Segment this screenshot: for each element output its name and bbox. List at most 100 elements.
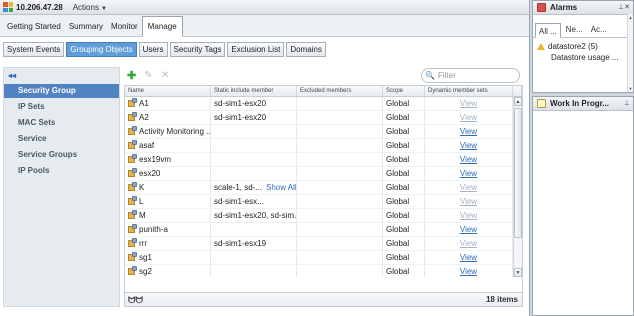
tab-manage[interactable]: Manage: [141, 16, 183, 37]
cell-name: Activity Monitoring ...: [125, 125, 211, 138]
cell-scope: Global: [383, 153, 425, 166]
work-in-progress-portlet: Work In Progr... ⊥: [532, 96, 634, 316]
view-link[interactable]: View: [428, 223, 512, 236]
grid-body: A1 sd-sim1-esx20 Global View A2 sd-sim1-esx20…: [125, 97, 522, 277]
alarms-tab-new[interactable]: Ne...: [563, 22, 586, 37]
cell-excluded-members: [297, 97, 383, 110]
col-header-scope[interactable]: Scope: [383, 86, 425, 96]
nav-item-ip-sets[interactable]: IP Sets: [4, 100, 119, 114]
cell-static-members: sd-sim1-esx...: [211, 195, 297, 208]
table-row[interactable]: esx19vm Global View: [125, 153, 522, 167]
cell-scope: Global: [383, 223, 425, 236]
view-link[interactable]: View: [428, 167, 512, 180]
col-header-name[interactable]: Name: [125, 86, 211, 96]
collapse-nav-icon[interactable]: ◂◂: [4, 68, 119, 84]
scroll-up-icon[interactable]: ▲: [514, 97, 522, 106]
cell-static-members: [211, 223, 297, 236]
alarms-scrollbar[interactable]: ▲ ▼: [627, 14, 633, 92]
table-row[interactable]: A2 sd-sim1-esx20 Global View: [125, 111, 522, 125]
alarm-entry-detail[interactable]: Datastore usage ...: [537, 52, 629, 63]
cell-excluded-members: [297, 125, 383, 138]
cell-name: esx19vm: [125, 153, 211, 166]
delete-button[interactable]: ✕: [161, 70, 169, 82]
view-link[interactable]: View: [428, 209, 512, 222]
table-row[interactable]: Msd-sim1-esx20, sd-sim... Global View: [125, 209, 522, 223]
col-header-dynamic[interactable]: Dynamic member sets: [425, 86, 513, 96]
view-link[interactable]: View: [428, 237, 512, 250]
alarms-list: datastore2 (5) Datastore usage ... ▲ ▼: [533, 14, 633, 92]
security-group-icon: [128, 266, 137, 275]
filter-input[interactable]: [437, 71, 518, 80]
cell-name: L: [125, 195, 211, 208]
scroll-up-icon[interactable]: ▲: [628, 14, 633, 21]
table-row[interactable]: Lsd-sim1-esx... Global View: [125, 195, 522, 209]
pin-close-icon[interactable]: ⊥✕: [618, 3, 630, 13]
tab-summary[interactable]: Summary: [65, 18, 107, 36]
security-group-icon: [128, 224, 137, 233]
nav-item-ip-pools[interactable]: IP Pools: [4, 164, 119, 178]
static-members-text: sd-sim1-esx...: [214, 197, 264, 206]
tab-getting-started[interactable]: Getting Started: [3, 18, 65, 36]
table-row[interactable]: asaf Global View: [125, 139, 522, 153]
nav-item-service[interactable]: Service: [4, 132, 119, 146]
alarm-entry[interactable]: datastore2 (5): [537, 41, 629, 52]
col-header-static[interactable]: Static include member: [211, 86, 297, 96]
table-row[interactable]: A1 sd-sim1-esx20 Global View: [125, 97, 522, 111]
scroll-thumb[interactable]: [514, 108, 522, 238]
tab-security-tags[interactable]: Security Tags: [169, 42, 226, 57]
view-link[interactable]: View: [428, 111, 512, 124]
nav-item-service-groups[interactable]: Service Groups: [4, 148, 119, 162]
cell-excluded-members: [297, 167, 383, 180]
view-link[interactable]: View: [428, 97, 512, 110]
cell-static-members: sd-sim1-esx19: [211, 237, 297, 250]
pin-icon[interactable]: ⊥: [624, 99, 630, 109]
cell-excluded-members: [297, 195, 383, 208]
cell-static-members: [211, 139, 297, 152]
warning-icon: [537, 43, 545, 50]
group-name: esx19vm: [139, 155, 172, 164]
binoculars-icon[interactable]: ᗢᗢ: [128, 295, 143, 305]
alarms-tab-all[interactable]: All ...: [535, 23, 561, 38]
cell-excluded-members: [297, 237, 383, 250]
table-row[interactable]: Activity Monitoring ... Global View: [125, 125, 522, 139]
scroll-down-icon[interactable]: ▼: [514, 268, 522, 277]
grid-scrollbar[interactable]: ▲ ▼: [513, 97, 522, 277]
cell-name: rrr: [125, 237, 211, 250]
show-all-link[interactable]: Show All: [266, 183, 296, 192]
alarms-tab-acknowledged[interactable]: Ac...: [588, 22, 610, 37]
search-icon: 🔍: [425, 71, 435, 80]
cell-scope: Global: [383, 125, 425, 138]
tab-system-events[interactable]: System Events: [3, 42, 65, 57]
view-link[interactable]: View: [428, 181, 512, 194]
table-row[interactable]: sg1 Global View: [125, 251, 522, 265]
group-name: rrr: [139, 239, 147, 248]
view-link[interactable]: View: [428, 125, 512, 138]
tab-grouping-objects[interactable]: Grouping Objects: [66, 42, 137, 57]
table-row[interactable]: rrr sd-sim1-esx19 Global View: [125, 237, 522, 251]
actions-menu[interactable]: Actions ▼: [73, 3, 107, 12]
edit-button[interactable]: ✎: [144, 70, 152, 82]
security-group-icon: [128, 112, 137, 121]
view-link[interactable]: View: [428, 195, 512, 208]
table-row[interactable]: sg2 Global View: [125, 265, 522, 277]
tab-users[interactable]: Users: [138, 42, 168, 57]
view-link[interactable]: View: [428, 251, 512, 264]
nav-item-security-group[interactable]: Security Group: [4, 84, 119, 98]
nav-item-mac-sets[interactable]: MAC Sets: [4, 116, 119, 130]
table-row[interactable]: Kscale-1, sd-... Show All Global View: [125, 181, 522, 195]
tab-domains[interactable]: Domains: [286, 42, 326, 57]
col-header-excluded[interactable]: Excluded members: [297, 86, 383, 96]
tab-exclusion-list[interactable]: Exclusion List: [227, 42, 285, 57]
security-group-icon: [128, 210, 137, 219]
view-link[interactable]: View: [428, 139, 512, 152]
cell-scope: Global: [383, 209, 425, 222]
view-link[interactable]: View: [428, 265, 512, 277]
view-link[interactable]: View: [428, 153, 512, 166]
table-row[interactable]: punith-a Global View: [125, 223, 522, 237]
scroll-down-icon[interactable]: ▼: [628, 85, 633, 92]
cell-excluded-members: [297, 209, 383, 222]
table-row[interactable]: esx20 Global View: [125, 167, 522, 181]
cell-dynamic-members: View: [425, 139, 513, 152]
tab-monitor[interactable]: Monitor: [107, 18, 142, 36]
add-button[interactable]: ✚: [127, 70, 136, 82]
